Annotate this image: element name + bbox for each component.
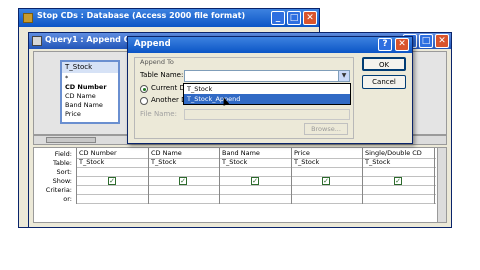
append-dialog-title: Append — [134, 39, 171, 49]
dialog-close-button[interactable]: ✕ — [395, 38, 409, 51]
field-list-item[interactable]: CD Name — [65, 92, 96, 100]
append-to-label: Append To — [138, 58, 176, 66]
row-divider — [76, 203, 436, 204]
column-divider — [362, 148, 363, 204]
grid-field-cell[interactable]: Single/Double CD — [365, 149, 422, 157]
show-checkbox[interactable]: ✓ — [322, 177, 330, 185]
row-label-sort: Sort: — [56, 168, 72, 176]
column-divider — [148, 148, 149, 204]
field-list-item[interactable]: Price — [65, 110, 81, 118]
field-list-item[interactable]: * — [65, 74, 68, 82]
scrollbar-thumb[interactable] — [46, 137, 96, 143]
row-label-table: Table: — [53, 159, 72, 167]
grid-field-cell[interactable]: Band Name — [222, 149, 260, 157]
query-icon — [32, 36, 42, 46]
table-name-combobox[interactable]: ▼ — [184, 70, 350, 82]
grid-table-cell[interactable]: T_Stock — [365, 158, 390, 166]
table-field-list[interactable]: T_Stock * CD Number CD Name Band Name Pr… — [60, 60, 120, 124]
row-divider — [76, 167, 436, 168]
cancel-button[interactable]: Cancel — [362, 75, 406, 89]
row-label-show: Show: — [52, 177, 72, 185]
dropdown-option[interactable]: T_Stock — [184, 84, 350, 94]
current-database-radio[interactable] — [140, 85, 148, 93]
desktop-background — [456, 0, 480, 270]
browse-button: Browse... — [304, 123, 348, 135]
grid-field-cell[interactable]: CD Name — [151, 149, 182, 157]
grid-table-cell[interactable]: T_Stock — [294, 158, 319, 166]
field-list-item[interactable]: CD Number — [65, 83, 107, 91]
chevron-down-icon[interactable]: ▼ — [338, 71, 349, 81]
table-name-dropdown-list: T_Stock T_Stock_Append — [183, 83, 351, 105]
database-window-title: Stop CDs : Database (Access 2000 file fo… — [37, 11, 246, 20]
row-label-criteria: Criteria: — [45, 186, 72, 194]
row-divider — [76, 185, 436, 186]
file-name-label: File Name: — [140, 110, 177, 118]
column-divider — [291, 148, 292, 204]
append-dialog: Append ? ✕ Append To Table Name: ▼ Curre… — [127, 36, 413, 144]
grid-table-cell[interactable]: T_Stock — [151, 158, 176, 166]
dropdown-option-selected[interactable]: T_Stock_Append — [184, 94, 350, 104]
grid-table-cell[interactable]: T_Stock — [222, 158, 247, 166]
grid-field-cell[interactable]: CD Number — [79, 149, 117, 157]
help-button[interactable]: ? — [378, 38, 392, 51]
show-checkbox[interactable]: ✓ — [179, 177, 187, 185]
database-icon — [23, 13, 33, 23]
ok-button[interactable]: OK — [362, 57, 406, 71]
design-grid: Field: Table: Sort: Show: Criteria: or: … — [33, 147, 447, 223]
close-button[interactable]: ✕ — [303, 11, 317, 25]
column-divider — [76, 148, 77, 204]
query-maximize-button[interactable]: □ — [419, 34, 433, 48]
grid-vertical-scrollbar[interactable] — [437, 148, 446, 222]
show-checkbox[interactable]: ✓ — [108, 177, 116, 185]
maximize-button[interactable]: □ — [287, 11, 301, 25]
row-label-field: Field: — [54, 150, 72, 158]
field-list-item[interactable]: Band Name — [65, 101, 103, 109]
file-name-input — [184, 109, 350, 120]
query-close-button[interactable]: ✕ — [435, 34, 449, 48]
row-label-or: or: — [63, 195, 72, 203]
column-divider — [219, 148, 220, 204]
another-database-radio[interactable] — [140, 97, 148, 105]
database-window-titlebar[interactable]: Stop CDs : Database (Access 2000 file fo… — [19, 9, 319, 27]
grid-field-cell[interactable]: Price — [294, 149, 310, 157]
append-dialog-titlebar[interactable]: Append ? ✕ — [128, 37, 412, 53]
row-divider — [76, 194, 436, 195]
column-divider — [434, 148, 435, 204]
table-name-label: Table Name: — [140, 71, 184, 79]
show-checkbox[interactable]: ✓ — [394, 177, 402, 185]
field-list-title: T_Stock — [62, 62, 118, 73]
minimize-button[interactable]: _ — [271, 11, 285, 25]
grid-table-cell[interactable]: T_Stock — [79, 158, 104, 166]
show-checkbox[interactable]: ✓ — [251, 177, 259, 185]
